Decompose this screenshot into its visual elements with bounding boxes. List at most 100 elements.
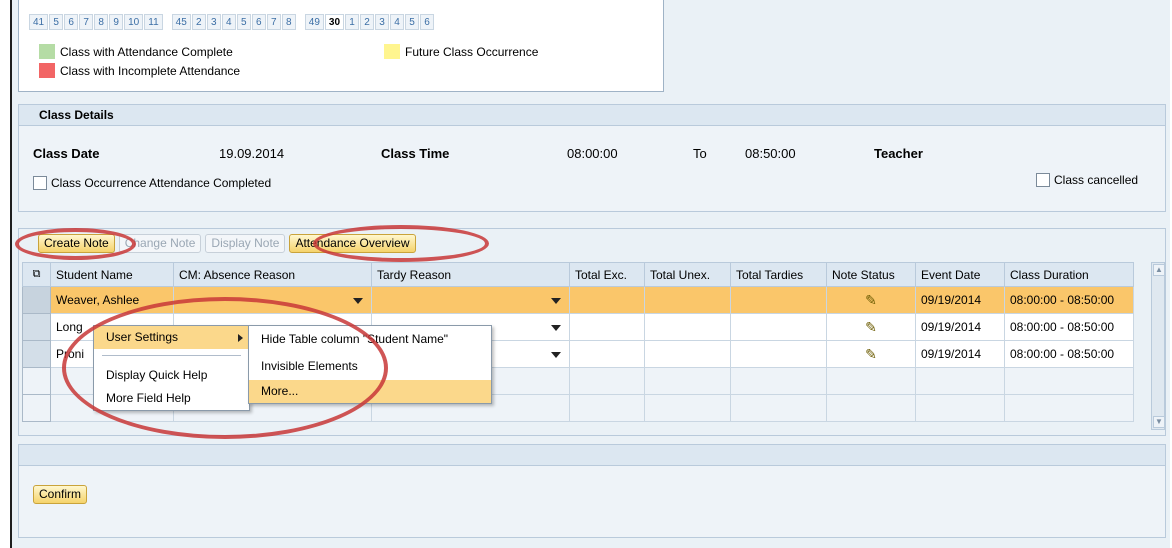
calendar-week-cell[interactable]: 45 [171, 14, 191, 30]
scroll-down-icon[interactable]: ▼ [1153, 416, 1165, 428]
row-selector[interactable] [22, 394, 51, 422]
confirm-panel: Confirm [18, 466, 1166, 538]
attendance-completed-box[interactable] [33, 176, 47, 190]
teacher-label: Teacher [874, 146, 923, 161]
calendar-week-cell[interactable]: 41 [29, 14, 49, 30]
context-menu: User Settings Display Quick Help More Fi… [93, 325, 250, 411]
class-date-label: Class Date [33, 146, 100, 161]
attendance-overview-button[interactable]: Attendance Overview [289, 234, 416, 253]
confirm-button[interactable]: Confirm [33, 485, 88, 504]
absence-reason-dropdown[interactable] [173, 286, 372, 314]
event-date-cell: 09/19/2014 [915, 286, 1005, 314]
class-duration-cell: 08:00:00 - 08:50:00 [1004, 286, 1134, 314]
tardy-reason-dropdown[interactable] [371, 286, 570, 314]
calendar-week-cell[interactable]: 11 [144, 14, 163, 30]
row-selector[interactable] [22, 340, 51, 368]
pencil-note-icon[interactable]: ✎ [832, 346, 910, 363]
menu-item-invisible-elements[interactable]: Invisible Elements [249, 353, 491, 380]
calendar-week-cell[interactable]: 5 [49, 14, 64, 30]
menu-separator [102, 355, 241, 356]
student-name-cell[interactable]: Weaver, Ashlee [50, 286, 174, 314]
calendar-legend-box: 41 5 6 7 8 9 10 11 45 2 3 4 5 6 7 8 49 30 1 2 3 4 5 6 Class wit… [18, 0, 664, 92]
total-exc-cell [569, 286, 645, 314]
change-note-button[interactable]: Change Note [118, 234, 202, 253]
menu-item-user-settings[interactable]: User Settings [94, 326, 249, 349]
row-selector[interactable] [22, 367, 51, 395]
row-selector[interactable] [22, 313, 51, 341]
note-status-cell[interactable]: ✎ [826, 340, 916, 368]
calendar-week-cell[interactable]: 5 [405, 14, 420, 30]
legend-future: Future Class Occurrence [384, 44, 538, 59]
pencil-note-icon[interactable]: ✎ [832, 319, 910, 336]
calendar-week-cell[interactable]: 5 [236, 14, 251, 30]
calendar-week-cell[interactable]: 3 [206, 14, 221, 30]
legend-complete-label: Class with Attendance Complete [60, 44, 233, 59]
table-settings-icon[interactable]: ⧉ [22, 262, 51, 287]
calendar-week-cell[interactable]: 4 [390, 14, 405, 30]
column-header[interactable]: Tardy Reason [371, 262, 570, 287]
table-header-row: ⧉ Student Name CM: Absence Reason Tardy … [22, 262, 1134, 287]
event-date-cell: 09/19/2014 [915, 313, 1005, 341]
class-cancelled-label: Class cancelled [1054, 173, 1139, 187]
legend-complete-swatch [39, 44, 55, 59]
class-time-to-label: To [693, 146, 707, 161]
calendar-week-cell[interactable]: 7 [79, 14, 94, 30]
calendar-week-cell[interactable]: 8 [94, 14, 109, 30]
table-vertical-scrollbar[interactable]: ▲ ▼ [1151, 262, 1165, 430]
menu-item-hide-column[interactable]: Hide Table column "Student Name" [249, 326, 491, 353]
calendar-week-cell[interactable]: 10 [124, 14, 144, 30]
legend-incomplete-label: Class with Incomplete Attendance [60, 63, 241, 78]
calendar-week-cell[interactable]: 9 [109, 14, 124, 30]
column-header[interactable]: CM: Absence Reason [173, 262, 372, 287]
calendar-week-cell[interactable]: 4 [221, 14, 236, 30]
calendar-week-cell[interactable]: 49 [304, 14, 324, 30]
attendance-completed-label: Class Occurrence Attendance Completed [51, 176, 272, 190]
calendar-week-cell[interactable]: 30 [324, 14, 345, 30]
scroll-up-icon[interactable]: ▲ [1153, 264, 1165, 276]
class-details-header: Class Details [18, 104, 1166, 126]
calendar-week-cell[interactable]: 1 [345, 14, 360, 30]
total-tardies-cell [730, 340, 827, 368]
total-unex-cell [644, 313, 731, 341]
calendar-week-cell[interactable]: 8 [281, 14, 296, 30]
calendar-week-cell[interactable]: 6 [64, 14, 79, 30]
table-toolbar: Create Note Change Note Display Note Att… [18, 234, 416, 253]
submenu-arrow-icon [238, 334, 243, 342]
calendar-week-cell[interactable]: 3 [375, 14, 390, 30]
note-status-cell[interactable]: ✎ [826, 286, 916, 314]
calendar-week-strip: 41 5 6 7 8 9 10 11 45 2 3 4 5 6 7 8 49 30 1 2 3 4 5 6 [29, 14, 435, 31]
table-row[interactable]: Weaver, Ashlee ✎ 09/19/2014 08:00:00 - 0… [22, 286, 1134, 314]
display-note-button[interactable]: Display Note [205, 234, 286, 253]
legend-future-swatch [384, 44, 400, 59]
attendance-completed-checkbox[interactable]: Class Occurrence Attendance Completed [33, 176, 271, 190]
calendar-week-cell[interactable]: 7 [266, 14, 281, 30]
total-exc-cell [569, 340, 645, 368]
column-header[interactable]: Student Name [50, 262, 174, 287]
class-time-from: 08:00:00 [567, 146, 618, 161]
column-header[interactable]: Total Exc. [569, 262, 645, 287]
class-date-value: 19.09.2014 [219, 146, 285, 161]
menu-item-display-quick-help[interactable]: Display Quick Help [94, 364, 249, 387]
legend-future-label: Future Class Occurrence [405, 44, 539, 59]
note-status-cell[interactable]: ✎ [826, 313, 916, 341]
column-header[interactable]: Total Tardies [730, 262, 827, 287]
create-note-button[interactable]: Create Note [38, 234, 115, 253]
class-details-panel: Class Date 19.09.2014 Class Time 08:00:0… [18, 126, 1166, 212]
calendar-week-cell[interactable]: 6 [420, 14, 435, 30]
calendar-week-cell[interactable]: 6 [251, 14, 266, 30]
class-cancelled-box[interactable] [1036, 173, 1050, 187]
class-duration-cell: 08:00:00 - 08:50:00 [1004, 340, 1134, 368]
column-header[interactable]: Total Unex. [644, 262, 731, 287]
menu-item-more-field-help[interactable]: More Field Help [94, 387, 249, 410]
pencil-note-icon[interactable]: ✎ [832, 292, 910, 309]
row-selector[interactable] [22, 286, 51, 314]
total-exc-cell [569, 313, 645, 341]
calendar-week-cell[interactable]: 2 [360, 14, 375, 30]
class-cancelled-checkbox[interactable]: Class cancelled [1036, 173, 1138, 187]
column-header[interactable]: Note Status [826, 262, 916, 287]
menu-item-more[interactable]: More... [249, 380, 491, 403]
column-header[interactable]: Event Date [915, 262, 1005, 287]
calendar-week-cell[interactable]: 2 [191, 14, 206, 30]
class-time-to: 08:50:00 [745, 146, 796, 161]
column-header[interactable]: Class Duration [1004, 262, 1134, 287]
